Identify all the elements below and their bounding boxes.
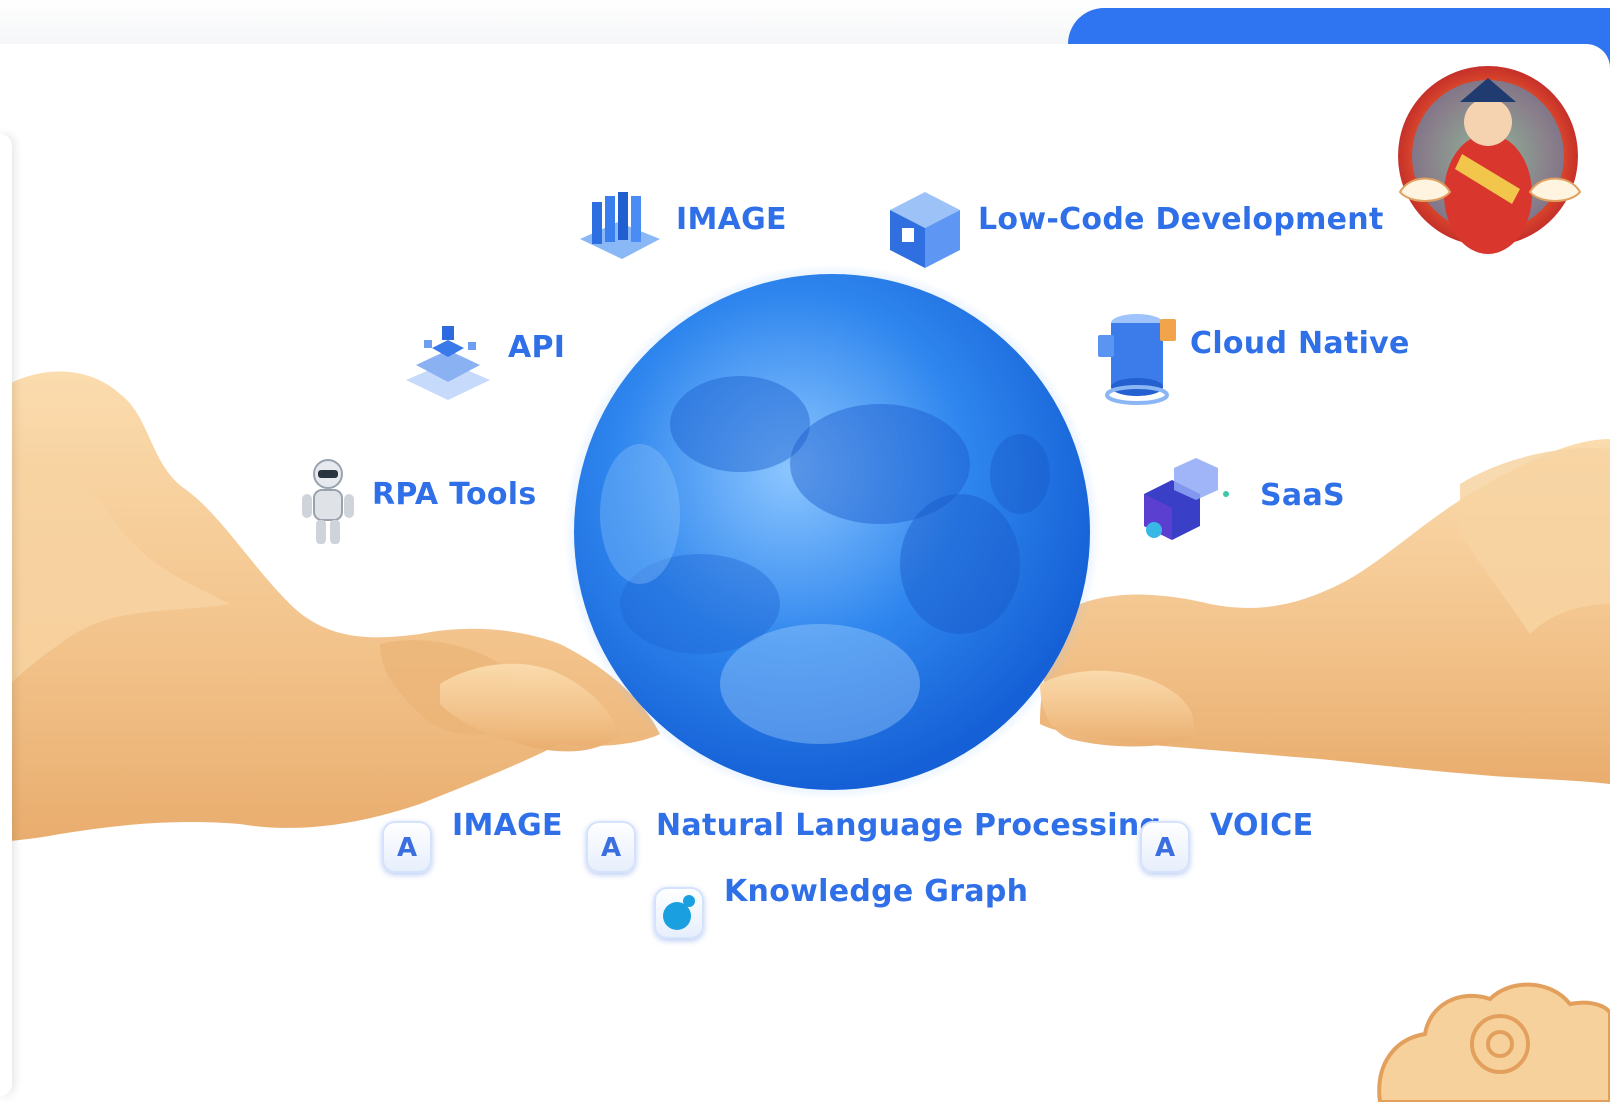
blocks-icon <box>890 192 960 268</box>
ai-image-label[interactable]: IMAGE <box>452 808 563 843</box>
ai-voice-chip-icon: A <box>1140 821 1190 873</box>
feature-image-label[interactable]: IMAGE <box>676 202 787 237</box>
ai-chip-glyph: A <box>1154 833 1176 863</box>
server-blade-icon <box>580 192 660 259</box>
left-side-card[interactable] <box>0 134 12 1096</box>
graph-node-icon <box>654 887 704 939</box>
ai-image-chip-icon: A <box>382 821 432 873</box>
fortune-god-mascot-icon <box>1398 66 1582 254</box>
ai-nlp-chip-icon: A <box>586 821 636 873</box>
robot-icon <box>302 459 354 544</box>
moon <box>564 264 1100 800</box>
stacked-cubes-icon <box>406 326 490 400</box>
feature-rpa-tools-label[interactable]: RPA Tools <box>372 477 537 512</box>
ai-nlp-label[interactable]: Natural Language Processing <box>656 808 1161 843</box>
feature-api-label[interactable]: API <box>508 330 565 365</box>
ai-voice-label[interactable]: VOICE <box>1210 808 1313 843</box>
ai-chip-glyph: A <box>396 833 418 863</box>
cloud-swirl-icon <box>1377 982 1610 1102</box>
database-cylinder-icon <box>1098 314 1176 405</box>
ai-chip-glyph: A <box>600 833 622 863</box>
main-panel: IMAGE Low-Code Development API Cloud Nat… <box>0 44 1610 1102</box>
feature-low-code-label[interactable]: Low-Code Development <box>978 202 1384 237</box>
ai-knowledge-graph-label[interactable]: Knowledge Graph <box>724 874 1028 909</box>
stage: IMAGE Low-Code Development API Cloud Nat… <box>0 0 1610 1102</box>
hexagon-cube-icon <box>1144 458 1229 540</box>
feature-cloud-native-label[interactable]: Cloud Native <box>1190 326 1410 361</box>
feature-saas-label[interactable]: SaaS <box>1260 478 1345 513</box>
cloud-left <box>0 371 660 842</box>
